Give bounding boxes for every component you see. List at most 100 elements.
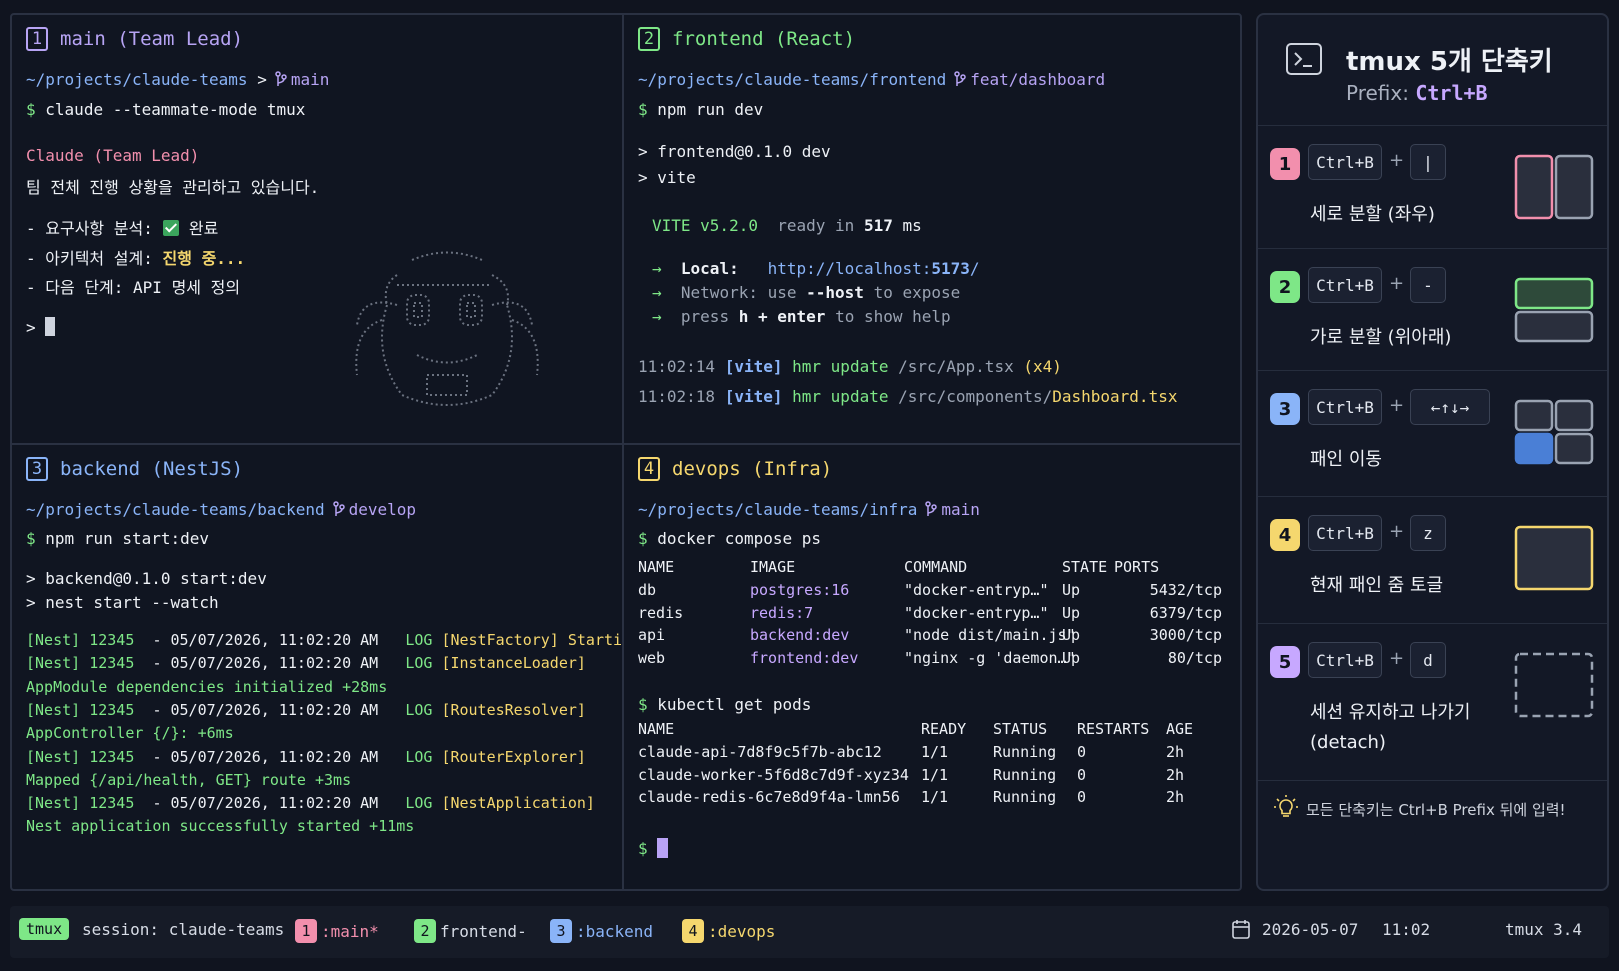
log-row: [Nest] 12345 - 05/07/2026, 11:02:20 AM L… (26, 748, 586, 766)
npm-output: > backend@0.1.0 start:dev (26, 569, 267, 588)
description-subtext: (detach) (1310, 732, 1386, 753)
pane-frontend[interactable]: 2 frontend (React) ~/projects/claude-tea… (624, 15, 1240, 445)
task-value: 완료 (188, 219, 219, 238)
table-cell: Running (993, 788, 1057, 806)
cheatsheet-footer: 모든 단축키는 Ctrl+B Prefix 뒤에 입력! (1258, 780, 1607, 819)
command-line: $ claude --teammate-mode tmux (26, 100, 305, 119)
agent-status: 팀 전체 진행 상황을 관리하고 있습니다. (26, 178, 320, 197)
ready-ms: 517 (863, 216, 893, 235)
git-branch: develop (348, 500, 417, 519)
log-path: /src/components/ (898, 387, 1053, 406)
local-url-line: → Local: http://localhost:5173/ (652, 259, 980, 278)
window-name: :devops (708, 921, 776, 941)
shortcut-item: 1 Ctrl+B + | 세로 분할 (좌우) (1258, 125, 1607, 249)
plus-sign: + (1389, 150, 1405, 171)
input-line[interactable]: $ (638, 838, 669, 858)
tmux-status-bar: tmux session: claude-teams 1:main* 2 front… (10, 906, 1609, 958)
table-cell: "docker-entryp…" (904, 581, 1049, 599)
pane-number: 2 (638, 27, 660, 51)
table-header: STATE (1062, 558, 1108, 576)
log-tag: [vite] (724, 357, 783, 376)
pane-backend[interactable]: 3 backend (NestJS) ~/projects/claude-tea… (12, 445, 624, 889)
table-cell: 1/1 (921, 743, 949, 761)
layout-preview-icon (1514, 277, 1594, 343)
window-name: :backend (576, 921, 654, 941)
plus-sign: + (1389, 273, 1405, 294)
log-tag: [vite] (724, 387, 783, 406)
text-cursor (45, 317, 56, 336)
pane-devops[interactable]: 4 devops (Infra) ~/projects/claude-teams… (624, 445, 1240, 889)
table-header: STATUS (993, 720, 1048, 738)
key-action: ←↑↓→ (1410, 389, 1490, 425)
table-cell: claude-worker-5f6d8c7d9f-xyz34 (638, 765, 909, 784)
shell-prompt: $ (638, 529, 648, 548)
command-text: kubectl get pods (657, 695, 812, 714)
window-tab[interactable]: 1:main* (295, 919, 379, 943)
table-header: READY (921, 720, 967, 738)
press-rest: to show help (835, 307, 951, 326)
shell-prompt: $ (638, 100, 648, 119)
table-cell: 0 (1077, 765, 1087, 784)
help-line: → press h + enter to show help (652, 307, 951, 326)
log-level: LOG (405, 700, 433, 719)
shortcut-description: 가로 분할 (위아래) (1310, 323, 1451, 353)
log-time: 11:02:18 (638, 387, 716, 406)
task-requirements: - 요구사항 분석: 완료 (26, 215, 218, 239)
table-cell: claude-api-7d8f9c5f7b-abc12 (638, 743, 882, 761)
key-action: - (1410, 267, 1446, 303)
description-text: 세션 유지하고 나가기 (1310, 702, 1471, 723)
network-rest: to expose (873, 283, 961, 302)
key-action: z (1410, 515, 1446, 551)
window-number: 3 (550, 919, 572, 943)
input-prompt: > (26, 318, 36, 337)
table-header: COMMAND (904, 558, 968, 576)
table-cell: 2h (1166, 788, 1185, 806)
table-cell: 0 (1077, 788, 1087, 806)
shortcut-description: 패인 이동 (1310, 445, 1382, 475)
log-row: [Nest] 12345 - 05/07/2026, 11:02:20 AM L… (26, 794, 595, 812)
log-context: [NestApplication] (441, 794, 595, 813)
window-number: 1 (295, 919, 317, 943)
description-text: 패인 이동 (1310, 449, 1382, 470)
log-msg: hmr update (792, 387, 889, 406)
table-cell: redis:7 (750, 603, 814, 622)
pane-title-text: frontend (React) (672, 28, 856, 50)
prefix-value: Ctrl+B (1415, 81, 1488, 105)
table-cell: 1/1 (921, 765, 949, 784)
table-cell: redis (638, 603, 684, 622)
hmr-log-line: 11:02:14 [vite] hmr update /src/App.tsx … (638, 357, 1062, 376)
log-row: AppController {/}: +6ms (26, 724, 234, 742)
shortcut-description: 세로 분할 (좌우) (1310, 200, 1435, 230)
table-cell: 3000/tcp (1149, 626, 1222, 644)
key-ctrl-b: Ctrl+B (1308, 144, 1382, 180)
description-text: 가로 분할 (위아래) (1310, 327, 1452, 348)
table-cell: web (638, 648, 666, 667)
pane-title-text: main (Team Lead) (60, 28, 244, 50)
key-ctrl-b: Ctrl+B (1308, 267, 1382, 303)
input-line[interactable]: > (26, 317, 56, 337)
table-cell: frontend:dev (750, 648, 859, 667)
shell-prompt: $ (26, 100, 36, 119)
path-separator: > (257, 70, 267, 89)
window-tab[interactable]: 2 frontend- (414, 919, 527, 943)
cwd-path: ~/projects/claude-teams/infra (638, 500, 918, 519)
cheatsheet-tip: 모든 단축키는 Ctrl+B Prefix 뒤에 입력! (1306, 801, 1566, 819)
table-cell: "docker-entryp…" (904, 603, 1049, 622)
url-base: http://localhost: (767, 259, 932, 278)
date-text: 2026-05-07 (1262, 919, 1359, 939)
tmux-version: tmux 3.4 (1505, 920, 1583, 939)
tmux-pane-grid: 1 main (Team Lead) ~/projects/claude-tea… (10, 13, 1242, 891)
plus-sign: + (1389, 648, 1405, 669)
window-tab[interactable]: 3:backend (550, 919, 653, 943)
tmux-badge: tmux (19, 918, 70, 940)
git-branch: main (290, 70, 330, 89)
pane-title: 2 frontend (React) (638, 27, 855, 51)
local-url-link[interactable]: http://localhost:5173/ (768, 259, 980, 278)
key-action: d (1410, 642, 1446, 678)
window-tab[interactable]: 4:devops (682, 919, 775, 943)
ready-text: ready in (777, 216, 855, 235)
npm-output: > frontend@0.1.0 dev (638, 142, 831, 161)
cwd-path: ~/projects/claude-teams/backend (26, 500, 325, 519)
pane-main[interactable]: 1 main (Team Lead) ~/projects/claude-tea… (12, 15, 624, 445)
command-text: npm run dev (657, 100, 764, 119)
